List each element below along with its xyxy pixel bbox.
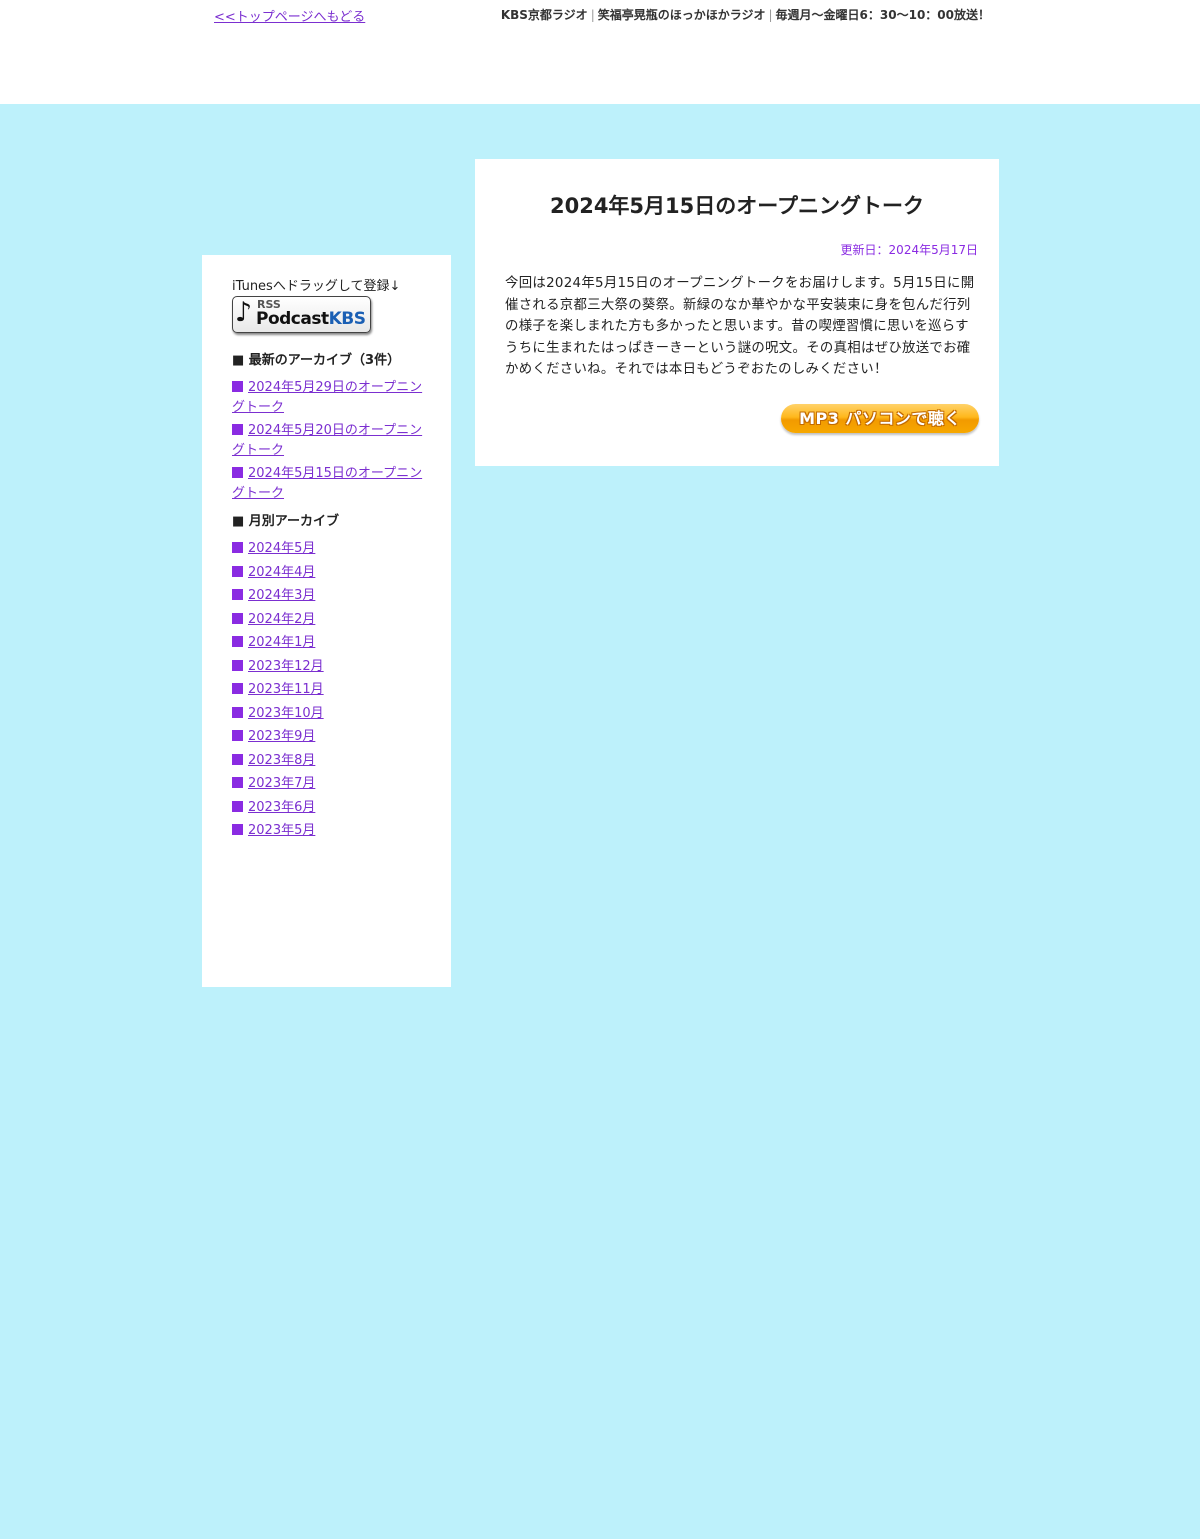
music-note-icon: ♪: [235, 297, 253, 328]
list-item: 2023年5月: [232, 821, 432, 845]
link-label: 2024年1月: [248, 635, 316, 650]
podcast-label: PodcastKBS: [256, 309, 366, 329]
monthly-archive-link[interactable]: 2024年3月: [232, 588, 315, 603]
station-name: KBS京都ラジオ: [500, 8, 588, 22]
monthly-archive-link[interactable]: 2023年11月: [232, 682, 324, 697]
monthly-archive-link[interactable]: 2023年10月: [232, 706, 324, 721]
list-item: 2023年9月: [232, 727, 432, 751]
list-item: 2024年2月: [232, 610, 432, 634]
link-label: 2023年12月: [248, 658, 324, 674]
broadcast-schedule: 毎週月〜金曜日6：30〜10：00放送！: [775, 8, 990, 22]
monthly-archive-link[interactable]: 2024年4月: [232, 565, 315, 580]
square-bullet-icon: [232, 381, 243, 392]
itunes-instruction: iTunesへドラッグして登録↓: [232, 279, 401, 294]
square-bullet-icon: [232, 424, 243, 435]
podcast-kbs-badge[interactable]: ♪ RSS PodcastKBS: [232, 296, 371, 333]
monthly-archive-heading: ■ 月別アーカイブ: [232, 514, 340, 529]
mp3-listen-button[interactable]: MP3 パソコンで聴く: [781, 404, 979, 433]
latest-archive-link[interactable]: 2024年5月29日のオープニングトーク: [232, 380, 422, 415]
link-label: 2024年5月29日のオープニングトーク: [232, 380, 423, 415]
link-label: 2024年4月: [248, 564, 316, 580]
link-label: 2024年5月: [248, 541, 316, 556]
latest-archive-heading: ■ 最新のアーカイブ（3件）: [232, 353, 401, 368]
list-item: 2024年5月15日のオープニングトーク: [232, 464, 432, 504]
list-item: 2023年7月: [232, 774, 432, 798]
monthly-archive-link[interactable]: 2023年12月: [232, 659, 324, 674]
monthly-archive-link[interactable]: 2023年6月: [232, 800, 315, 815]
link-label: 2024年5月20日のオープニングトーク: [232, 423, 423, 458]
list-item: 2024年1月: [232, 633, 432, 657]
monthly-archive-link[interactable]: 2024年2月: [232, 612, 315, 627]
link-label: 2023年5月: [248, 823, 316, 838]
list-item: 2024年4月: [232, 563, 432, 587]
back-to-top-link[interactable]: <<トップページへもどる: [214, 6, 365, 25]
link-label: 2023年8月: [248, 752, 316, 768]
list-item: 2023年11月: [232, 680, 432, 704]
latest-archive-link[interactable]: 2024年5月20日のオープニングトーク: [232, 423, 422, 458]
monthly-archive-link[interactable]: 2023年7月: [232, 776, 315, 791]
monthly-archive-link[interactable]: 2024年1月: [232, 635, 315, 650]
square-bullet-icon: [232, 542, 243, 553]
square-bullet-icon: [232, 612, 243, 624]
updated-date: 更新日：2024年5月17日: [840, 243, 978, 257]
square-bullet-icon: [232, 753, 243, 765]
kbs-text: KBS: [328, 309, 366, 329]
square-bullet-icon: [232, 636, 243, 647]
list-item: 2024年5月29日のオープニングトーク: [232, 378, 432, 418]
link-label: 2023年10月: [248, 705, 324, 721]
square-bullet-icon: [232, 467, 243, 478]
podcast-text: Podcast: [256, 309, 329, 329]
monthly-archive-list: 2024年5月 2024年4月 2024年3月 2024年2月 2024年1月 …: [232, 539, 432, 845]
link-label: 2023年6月: [248, 799, 316, 815]
square-bullet-icon: [232, 824, 243, 835]
list-item: 2023年10月: [232, 704, 432, 728]
square-bullet-icon: [232, 730, 243, 741]
sidebar-content: iTunesへドラッグして登録↓ ♪ RSS PodcastKBS ■ 最新のア…: [232, 279, 432, 845]
monthly-archive-link[interactable]: 2023年5月: [232, 823, 315, 838]
article-body: 今回は2024年5月15日のオープニングトークをお届けします。5月15日に開催さ…: [505, 276, 975, 378]
square-bullet-icon: [232, 683, 243, 694]
article-card: 2024年5月15日のオープニングトーク 更新日：2024年5月17日 今回は2…: [475, 159, 999, 466]
link-label: 2023年9月: [248, 729, 316, 744]
sidebar: iTunesへドラッグして登録↓ ♪ RSS PodcastKBS ■ 最新のア…: [202, 255, 451, 987]
article-title: 2024年5月15日のオープニングトーク: [549, 194, 925, 218]
link-label: 2023年7月: [248, 776, 316, 791]
latest-archive-link[interactable]: 2024年5月15日のオープニングトーク: [232, 466, 422, 501]
square-bullet-icon: [232, 659, 243, 671]
latest-archive-list: 2024年5月29日のオープニングトーク 2024年5月20日のオープニングトー…: [232, 378, 432, 504]
list-item: 2024年5月: [232, 539, 432, 563]
list-item: 2024年3月: [232, 586, 432, 610]
site-header: <<トップページへもどる KBS京都ラジオ | 笑福亭晃瓶のほっかほかラジオ | 毎週月…: [0, 0, 1200, 104]
link-label: 2023年11月: [248, 682, 324, 697]
square-bullet-icon: [232, 800, 243, 812]
square-bullet-icon: [232, 706, 243, 718]
square-bullet-icon: [232, 589, 243, 600]
separator: |: [590, 8, 595, 22]
monthly-archive-link[interactable]: 2023年9月: [232, 729, 315, 744]
monthly-archive-link[interactable]: 2024年5月: [232, 541, 315, 556]
program-name: 笑福亭晃瓶のほっかほかラジオ: [597, 8, 766, 22]
link-label: 2024年5月15日のオープニングトーク: [232, 466, 423, 501]
link-label: 2024年2月: [248, 611, 316, 627]
list-item: 2023年6月: [232, 798, 432, 822]
square-bullet-icon: [232, 777, 243, 788]
separator: |: [768, 8, 773, 22]
list-item: 2024年5月20日のオープニングトーク: [232, 421, 432, 461]
square-bullet-icon: [232, 565, 243, 577]
monthly-archive-link[interactable]: 2023年8月: [232, 753, 315, 768]
list-item: 2023年12月: [232, 657, 432, 681]
link-label: 2024年3月: [248, 588, 316, 603]
station-info-bar: KBS京都ラジオ | 笑福亭晃瓶のほっかほかラジオ | 毎週月〜金曜日6：30〜10：0…: [501, 6, 990, 23]
list-item: 2023年8月: [232, 751, 432, 775]
